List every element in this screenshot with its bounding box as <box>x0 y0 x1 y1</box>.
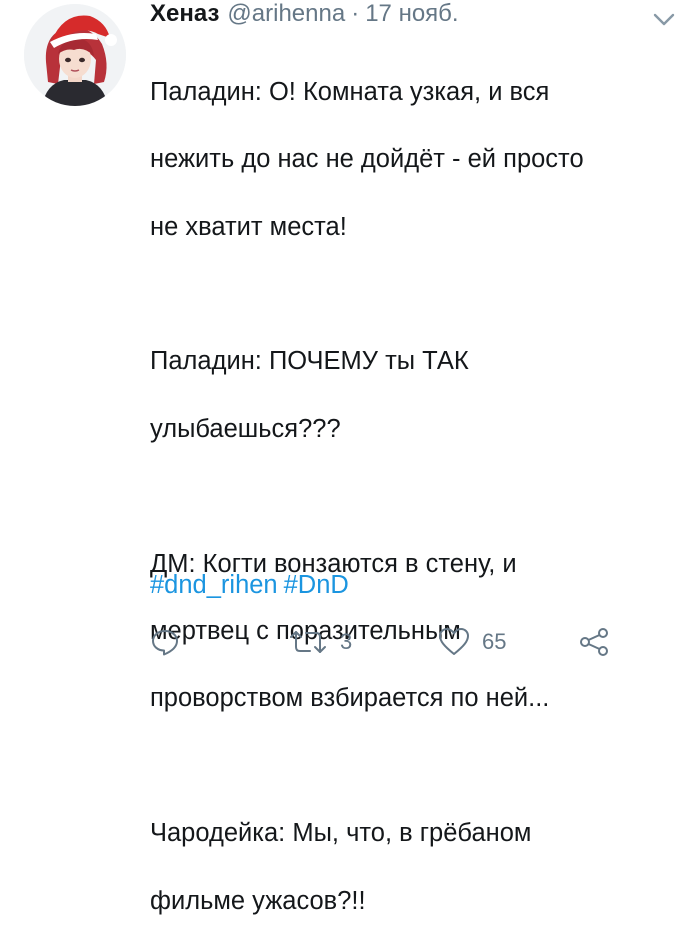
tweet-line: не хватит места! <box>150 212 347 241</box>
author-handle[interactable]: @arihenna <box>227 0 345 28</box>
avatar-image <box>24 4 126 106</box>
share-icon <box>580 628 608 656</box>
share-button[interactable] <box>578 620 622 664</box>
tweet-line: нежить до нас не дойдёт - ей просто <box>150 145 584 174</box>
tweet-line: проворством взбирается по ней... <box>150 684 550 713</box>
like-count: 65 <box>482 629 507 654</box>
reply-button[interactable] <box>150 620 192 664</box>
avatar[interactable] <box>24 4 126 106</box>
author-name[interactable]: Хеназ <box>150 0 219 28</box>
hashtag-link[interactable]: #DnD <box>284 571 349 599</box>
tweet: Хеназ @arihenna · 17 нояб. Паладин: О! К… <box>0 0 700 915</box>
tweet-date[interactable]: 17 нояб. <box>365 0 458 28</box>
like-button[interactable]: 65 <box>438 620 506 664</box>
tweet-text: Паладин: О! Комната узкая, и вся нежить … <box>150 42 680 952</box>
reply-icon <box>152 630 178 656</box>
tweet-actions: 3 65 <box>0 620 700 664</box>
tweet-line: Паладин: О! Комната узкая, и вся <box>150 77 550 106</box>
retweet-count: 3 <box>340 629 353 654</box>
hashtag-link[interactable]: #dnd_rihen <box>150 571 278 599</box>
tweet-line: Чародейка: Мы, что, в грёбаном <box>150 819 532 848</box>
separator-dot: · <box>351 0 360 27</box>
chevron-down-icon[interactable] <box>651 11 677 29</box>
tweet-line: улыбаешься??? <box>150 414 341 443</box>
tweet-line: Паладин: ПОЧЕМУ ты ТАК <box>150 347 469 376</box>
tweet-line: фильме ужасов?!! <box>150 886 366 915</box>
hashtags: #dnd_rihen #DnD <box>150 568 349 602</box>
tweet-header: Хеназ @arihenna · 17 нояб. <box>150 0 459 34</box>
retweet-icon <box>290 631 326 653</box>
heart-icon <box>439 628 469 655</box>
retweet-button[interactable]: 3 <box>288 620 352 664</box>
